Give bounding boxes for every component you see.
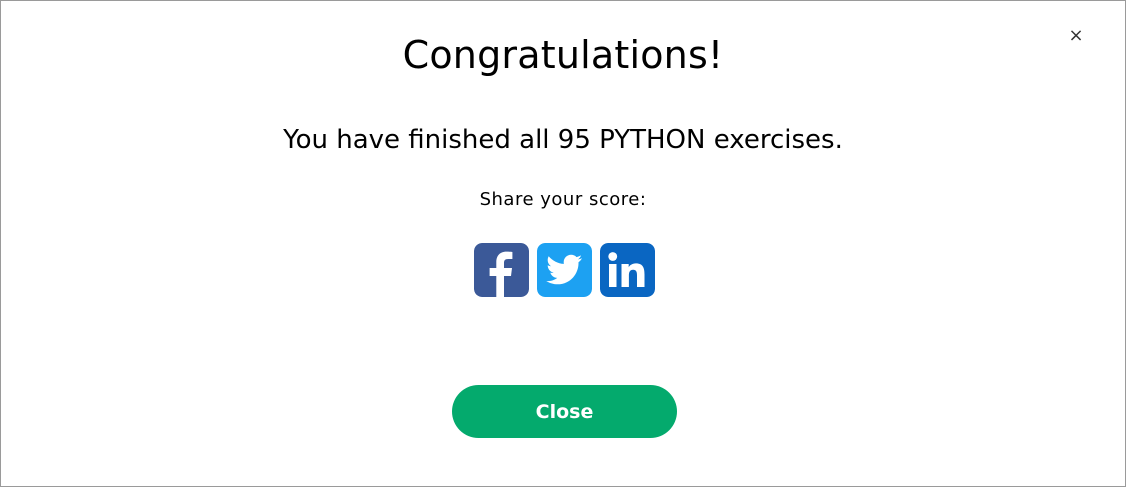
share-label: Share your score: <box>479 189 647 210</box>
twitter-share-button[interactable] <box>537 243 592 297</box>
linkedin-icon <box>600 243 655 297</box>
facebook-icon <box>474 243 529 297</box>
congratulations-dialog: × Congratulations! You have finished all… <box>0 0 1126 487</box>
share-buttons <box>474 243 655 297</box>
completion-message: You have finished all 95 PYTHON exercise… <box>283 125 843 155</box>
linkedin-share-button[interactable] <box>600 243 655 297</box>
dialog-title: Congratulations! <box>402 33 724 77</box>
close-button[interactable]: Close <box>452 385 677 438</box>
facebook-share-button[interactable] <box>474 243 529 297</box>
twitter-icon <box>537 243 592 297</box>
